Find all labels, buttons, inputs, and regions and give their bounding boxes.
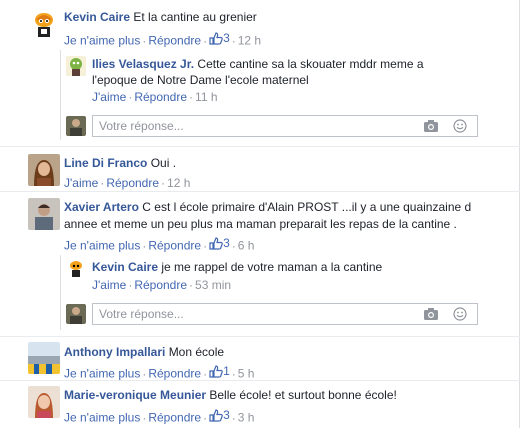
current-user-avatar <box>66 304 86 324</box>
comment-actions: Je n'aime plus · Répondre · 3 · 6 h <box>64 235 255 253</box>
reply-link[interactable]: Répondre <box>148 411 201 425</box>
author-name[interactable]: Kevin Caire <box>92 260 158 274</box>
reply-input[interactable] <box>93 116 405 136</box>
comment-text-line-2: annee et meme un peu plus ma maman prepa… <box>64 217 457 231</box>
unlike-link[interactable]: Je n'aime plus <box>64 34 140 48</box>
thumbs-up-icon <box>209 31 223 45</box>
comment-body: Xavier Artero C est l école primaire d'A… <box>64 199 471 215</box>
timestamp[interactable]: 12 h <box>238 34 261 48</box>
reply-input-box[interactable] <box>92 303 478 325</box>
author-name[interactable]: Anthony Impallari <box>64 345 165 359</box>
like-count[interactable]: 1 <box>209 363 230 379</box>
comment-text: je me rappel de votre maman a la cantine <box>161 260 383 274</box>
thumbs-up-icon <box>209 236 223 250</box>
divider <box>0 146 520 147</box>
like-link[interactable]: J'aime <box>92 90 126 104</box>
unlike-link[interactable]: Je n'aime plus <box>64 239 140 253</box>
avatar[interactable] <box>66 56 86 76</box>
comment-actions: Je n'aime plus · Répondre · 3 · 12 h <box>64 30 262 48</box>
author-name[interactable]: Line Di Franco <box>64 156 147 170</box>
reply-link[interactable]: Répondre <box>134 90 187 104</box>
like-count[interactable]: 3 <box>209 407 230 423</box>
camera-icon[interactable] <box>423 307 439 321</box>
reply-link[interactable]: Répondre <box>134 278 187 292</box>
author-name[interactable]: Kevin Caire <box>64 10 130 24</box>
comment-thread: Kevin Caire Et la cantine au grenier Je … <box>0 0 520 428</box>
timestamp[interactable]: 53 min <box>195 278 231 292</box>
comment-text: Cette cantine sa la skouater mddr meme a <box>197 57 424 71</box>
like-count[interactable]: 3 <box>209 235 230 251</box>
author-name[interactable]: Xavier Artero <box>64 200 139 214</box>
avatar[interactable] <box>28 342 60 374</box>
reply-thread-line <box>60 255 61 330</box>
comment-actions: J'aime · Répondre · 12 h <box>64 176 191 190</box>
timestamp[interactable]: 11 h <box>195 90 217 104</box>
comment-text: C est l école primaire d'Alain PROST ...… <box>142 200 472 214</box>
reply-thread-line <box>60 50 61 140</box>
like-link[interactable]: J'aime <box>92 278 126 292</box>
comment-body: Kevin Caire je me rappel de votre maman … <box>92 259 382 275</box>
unlike-link[interactable]: Je n'aime plus <box>64 367 140 381</box>
like-count[interactable]: 3 <box>209 30 230 46</box>
timestamp[interactable]: 12 h <box>167 176 190 190</box>
avatar[interactable] <box>28 154 60 186</box>
camera-icon[interactable] <box>423 119 439 133</box>
reply-link[interactable]: Répondre <box>106 176 159 190</box>
comment-body: Kevin Caire Et la cantine au grenier <box>64 9 257 25</box>
thumbs-up-icon <box>209 408 223 422</box>
timestamp[interactable]: 6 h <box>238 239 255 253</box>
comment-text: Mon école <box>168 345 225 359</box>
comment-text: Belle école! et surtout bonne école! <box>209 388 397 402</box>
divider <box>0 191 520 192</box>
comment-actions: J'aime · Répondre · 11 h <box>92 90 218 104</box>
comment-body: Anthony Impallari Mon école <box>64 344 224 360</box>
comment-text: Oui . <box>150 156 177 170</box>
avatar[interactable] <box>66 258 86 278</box>
thumbs-up-icon <box>209 364 223 378</box>
reply-input[interactable] <box>93 304 405 324</box>
author-name[interactable]: Ilies Velasquez Jr. <box>92 57 194 71</box>
current-user-avatar <box>66 116 86 136</box>
like-link[interactable]: J'aime <box>64 176 98 190</box>
timestamp[interactable]: 5 h <box>238 367 255 381</box>
reply-input-box[interactable] <box>92 115 478 137</box>
divider <box>0 380 520 381</box>
comment-text-line-2: l'epoque de Notre Dame l'ecole maternel <box>92 73 309 87</box>
reply-link[interactable]: Répondre <box>148 367 201 381</box>
comment-body: Marie-veronique Meunier Belle école! et … <box>64 387 397 403</box>
comment-body: Line Di Franco Oui . <box>64 155 176 171</box>
comment-actions: Je n'aime plus · Répondre · 1 · 5 h <box>64 363 255 381</box>
comment-actions: Je n'aime plus · Répondre · 3 · 3 h <box>64 407 255 425</box>
avatar[interactable] <box>28 8 60 40</box>
emoji-icon[interactable] <box>453 119 467 133</box>
avatar[interactable] <box>28 386 60 418</box>
reply-link[interactable]: Répondre <box>148 34 201 48</box>
author-name[interactable]: Marie-veronique Meunier <box>64 388 206 402</box>
comment-text: Et la cantine au grenier <box>133 10 257 24</box>
emoji-icon[interactable] <box>453 307 467 321</box>
reply-link[interactable]: Répondre <box>148 239 201 253</box>
avatar[interactable] <box>28 198 60 230</box>
comment-body: Ilies Velasquez Jr. Cette cantine sa la … <box>92 56 424 72</box>
unlike-link[interactable]: Je n'aime plus <box>64 411 140 425</box>
divider <box>0 336 520 337</box>
comment-actions: J'aime · Répondre · 53 min <box>92 278 232 292</box>
timestamp[interactable]: 3 h <box>238 411 255 425</box>
